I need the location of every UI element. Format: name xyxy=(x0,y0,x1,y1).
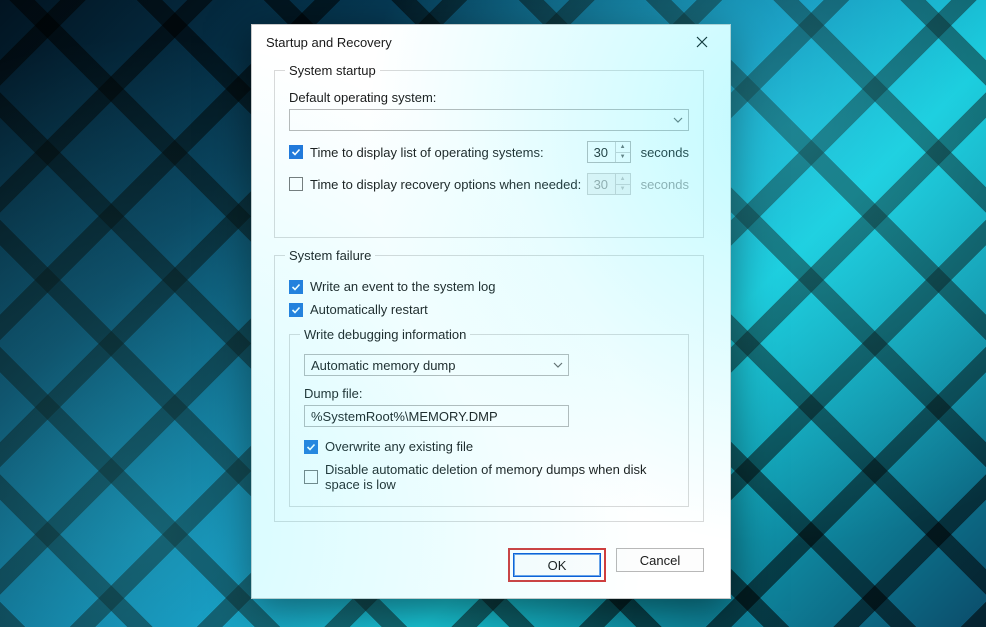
time-recovery-label: Time to display recovery options when ne… xyxy=(310,177,581,192)
time-list-row: Time to display list of operating system… xyxy=(289,141,689,163)
overwrite-label: Overwrite any existing file xyxy=(325,439,473,454)
debug-mode-value: Automatic memory dump xyxy=(311,358,456,373)
arrow-up-icon: ▲ xyxy=(616,174,630,185)
ok-highlight: OK xyxy=(508,548,606,582)
time-recovery-spinner: 30 ▲ ▼ xyxy=(587,173,631,195)
overwrite-checkbox[interactable] xyxy=(304,440,318,454)
spinner-arrows: ▲ ▼ xyxy=(615,142,630,162)
system-startup-group: System startup Default operating system:… xyxy=(274,63,704,238)
default-os-label: Default operating system: xyxy=(289,90,689,105)
write-event-checkbox[interactable] xyxy=(289,280,303,294)
write-debugging-group: Write debugging information Automatic me… xyxy=(289,327,689,507)
dump-file-value: %SystemRoot%\MEMORY.DMP xyxy=(311,409,498,424)
dump-file-input[interactable]: %SystemRoot%\MEMORY.DMP xyxy=(304,405,569,427)
default-os-dropdown[interactable] xyxy=(289,109,689,131)
dialog-button-row: OK Cancel xyxy=(252,544,730,598)
time-recovery-row: Time to display recovery options when ne… xyxy=(289,173,689,195)
chevron-down-icon xyxy=(672,114,684,126)
dump-file-label: Dump file: xyxy=(304,386,674,401)
desktop-background: Startup and Recovery System startup Defa… xyxy=(0,0,986,627)
time-recovery-checkbox[interactable] xyxy=(289,177,303,191)
ok-button[interactable]: OK xyxy=(513,553,601,577)
time-list-label: Time to display list of operating system… xyxy=(310,145,544,160)
time-recovery-value: 30 xyxy=(588,174,615,194)
startup-recovery-dialog: Startup and Recovery System startup Defa… xyxy=(251,24,731,599)
spinner-arrows-disabled: ▲ ▼ xyxy=(615,174,630,194)
write-event-row: Write an event to the system log xyxy=(289,279,689,294)
write-debugging-legend: Write debugging information xyxy=(300,327,470,342)
arrow-up-icon[interactable]: ▲ xyxy=(616,142,630,153)
time-list-unit: seconds xyxy=(641,145,689,160)
auto-restart-checkbox[interactable] xyxy=(289,303,303,317)
close-icon xyxy=(696,36,708,48)
time-recovery-unit: seconds xyxy=(641,177,689,192)
auto-restart-label: Automatically restart xyxy=(310,302,428,317)
time-list-spinner[interactable]: 30 ▲ ▼ xyxy=(587,141,631,163)
chevron-down-icon xyxy=(552,359,564,371)
disable-delete-row: Disable automatic deletion of memory dum… xyxy=(304,462,674,492)
system-failure-group: System failure Write an event to the sys… xyxy=(274,248,704,522)
cancel-button[interactable]: Cancel xyxy=(616,548,704,572)
arrow-down-icon: ▼ xyxy=(616,185,630,195)
system-startup-legend: System startup xyxy=(285,63,380,78)
system-failure-legend: System failure xyxy=(285,248,375,263)
arrow-down-icon[interactable]: ▼ xyxy=(616,153,630,163)
write-event-label: Write an event to the system log xyxy=(310,279,495,294)
dialog-title: Startup and Recovery xyxy=(262,35,392,50)
close-button[interactable] xyxy=(684,28,720,56)
disable-delete-label: Disable automatic deletion of memory dum… xyxy=(325,462,674,492)
time-list-checkbox[interactable] xyxy=(289,145,303,159)
time-list-value: 30 xyxy=(588,142,615,162)
auto-restart-row: Automatically restart xyxy=(289,302,689,317)
debug-mode-dropdown[interactable]: Automatic memory dump xyxy=(304,354,569,376)
disable-delete-checkbox[interactable] xyxy=(304,470,318,484)
overwrite-row: Overwrite any existing file xyxy=(304,439,674,454)
dialog-titlebar: Startup and Recovery xyxy=(252,25,730,59)
